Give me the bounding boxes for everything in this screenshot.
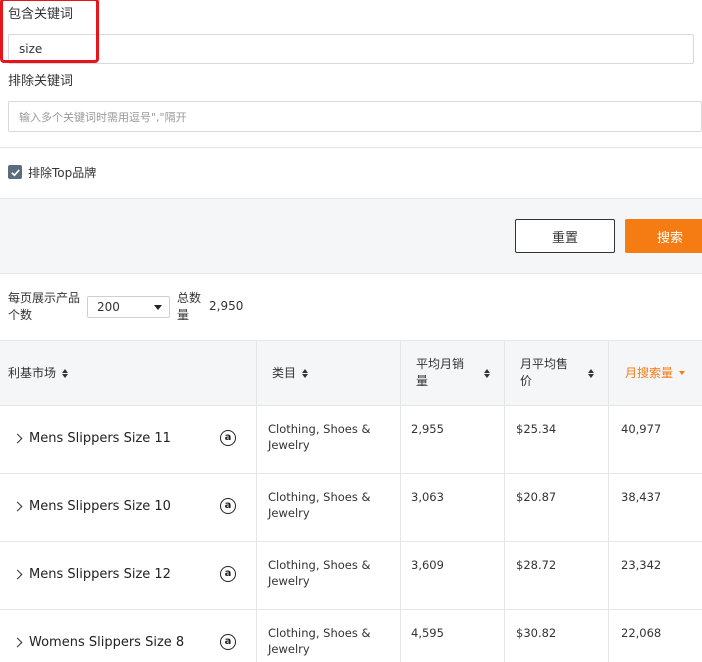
exclude-keyword-input[interactable]: 输入多个关键词时需用逗号","隔开 bbox=[8, 101, 702, 132]
table-row[interactable]: Mens Slippers Size 11 a Clothing, Shoes … bbox=[0, 406, 702, 474]
highlight-box bbox=[0, 0, 99, 63]
sort-desc-icon bbox=[679, 371, 686, 375]
header-avg-price[interactable]: 月平均售价 bbox=[520, 340, 600, 406]
search-button[interactable]: 搜索 bbox=[625, 219, 702, 253]
sort-icon bbox=[302, 368, 309, 378]
amazon-icon[interactable]: a bbox=[220, 566, 236, 582]
total-value: 2,950 bbox=[209, 299, 244, 313]
row-category: Clothing, Shoes & Jewelry bbox=[268, 626, 371, 656]
row-category: Clothing, Shoes & Jewelry bbox=[268, 558, 371, 588]
sort-icon bbox=[62, 368, 69, 378]
exclude-top-brand-label: 排除Top品牌 bbox=[28, 166, 97, 180]
row-search-volume: 40,977 bbox=[621, 422, 662, 436]
row-avg-price: $25.34 bbox=[516, 422, 557, 436]
amazon-icon[interactable]: a bbox=[220, 430, 236, 446]
include-keyword-input[interactable]: size bbox=[8, 34, 694, 64]
divider bbox=[0, 147, 702, 148]
sort-icon bbox=[588, 368, 594, 378]
header-search-volume[interactable]: 月搜索量 bbox=[625, 340, 702, 406]
row-category: Clothing, Shoes & Jewelry bbox=[268, 422, 371, 452]
reset-button[interactable]: 重置 bbox=[515, 219, 615, 253]
exclude-keyword-label: 排除关键词 bbox=[8, 74, 74, 89]
chevron-right-icon bbox=[12, 569, 23, 580]
row-avg-price: $30.82 bbox=[516, 626, 557, 640]
row-search-volume: 38,437 bbox=[621, 490, 662, 504]
per-page-label: 每页展示产品个数 bbox=[8, 291, 81, 322]
row-search-volume: 22,068 bbox=[621, 626, 662, 640]
row-avg-price: $28.72 bbox=[516, 558, 557, 572]
chevron-right-icon bbox=[12, 433, 23, 444]
exclude-top-brand-checkbox[interactable] bbox=[8, 165, 22, 179]
row-search-volume: 23,342 bbox=[621, 558, 662, 572]
row-avg-monthly-sales: 3,063 bbox=[411, 490, 444, 504]
row-avg-price: $20.87 bbox=[516, 490, 557, 504]
amazon-icon[interactable]: a bbox=[220, 634, 236, 650]
per-page-value: 200 bbox=[97, 300, 120, 314]
row-keyword[interactable]: Mens Slippers Size 10 bbox=[12, 499, 171, 514]
row-keyword[interactable]: Womens Slippers Size 8 bbox=[12, 635, 184, 650]
caret-down-icon bbox=[154, 305, 162, 310]
row-avg-monthly-sales: 2,955 bbox=[411, 422, 444, 436]
header-category[interactable]: 类目 bbox=[272, 340, 392, 406]
sort-icon bbox=[484, 368, 490, 378]
row-keyword[interactable]: Mens Slippers Size 11 bbox=[12, 431, 171, 446]
amazon-icon[interactable]: a bbox=[220, 498, 236, 514]
row-avg-monthly-sales: 3,609 bbox=[411, 558, 444, 572]
per-page-select[interactable]: 200 bbox=[87, 296, 170, 318]
check-icon bbox=[10, 168, 20, 176]
table-row[interactable]: Womens Slippers Size 8 a Clothing, Shoes… bbox=[0, 610, 702, 662]
header-avg-monthly-sales[interactable]: 平均月销量 bbox=[416, 340, 496, 406]
chevron-right-icon bbox=[12, 501, 23, 512]
table-row[interactable]: Mens Slippers Size 10 a Clothing, Shoes … bbox=[0, 474, 702, 542]
row-category: Clothing, Shoes & Jewelry bbox=[268, 490, 371, 520]
table-row[interactable]: Mens Slippers Size 12 a Clothing, Shoes … bbox=[0, 542, 702, 610]
chevron-right-icon bbox=[12, 637, 23, 648]
row-keyword[interactable]: Mens Slippers Size 12 bbox=[12, 567, 171, 582]
header-niche[interactable]: 利基市场 bbox=[8, 340, 248, 406]
total-label: 总数量 bbox=[177, 291, 202, 322]
row-avg-monthly-sales: 4,595 bbox=[411, 626, 444, 640]
